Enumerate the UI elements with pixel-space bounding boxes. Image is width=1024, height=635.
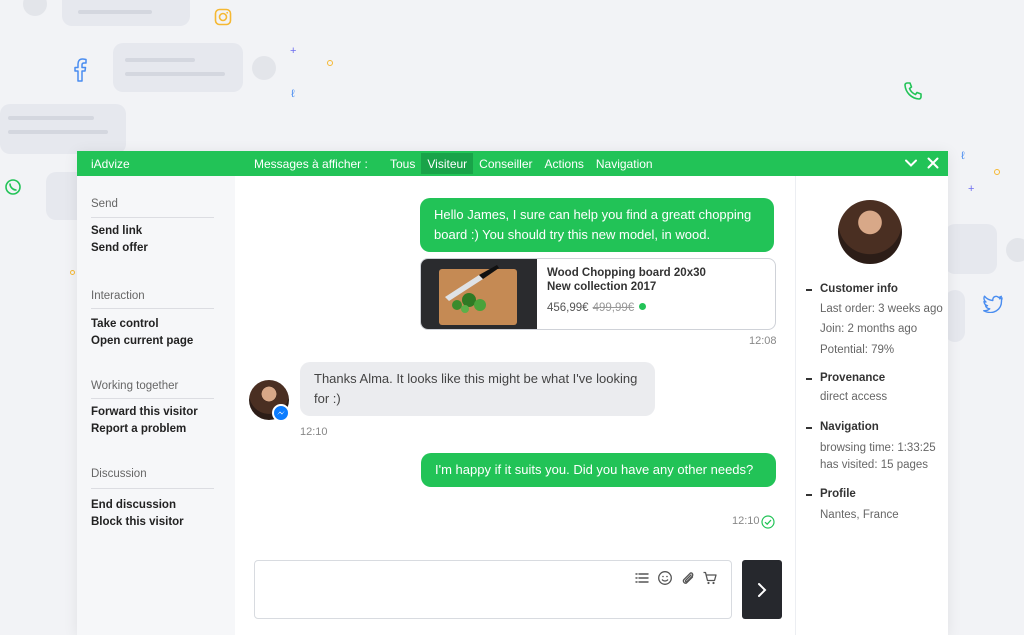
tab-navigation[interactable]: Navigation [590,153,659,174]
divider [91,217,214,218]
squiggle-decoration: ℓ [961,150,965,162]
emoji-icon[interactable] [657,570,673,586]
bg-card [945,224,997,274]
section-title-send: Send [91,198,118,210]
chevron-right-icon [758,583,767,597]
conversation-panel: Hello James, I sure can help you find a … [235,176,795,635]
bg-avatar [252,56,276,80]
divider [91,308,214,309]
send-link-action[interactable]: Send link [91,225,142,237]
top-bar: iAdvize Messages à afficher : Tous Visit… [77,151,948,176]
message-time: 12:08 [749,335,777,347]
actions-sidebar: Send Send link Send offer Interaction Ta… [77,176,235,635]
bg-line [125,58,195,62]
section-marker [806,427,812,429]
browsing-time: browsing time: 1:33:25 [820,442,936,454]
divider [91,488,214,489]
section-marker [806,289,812,291]
section-marker [806,378,812,380]
agent-message: Hello James, I sure can help you find a … [420,198,774,252]
tab-all[interactable]: Tous [384,153,421,174]
tab-visitor[interactable]: Visiteur [421,153,474,174]
dot-decoration [70,270,75,275]
customer-info-title: Customer info [820,283,898,295]
tab-advisor[interactable]: Conseiller [473,153,538,174]
potential: Potential: 79% [820,344,895,356]
last-order: Last order: 3 weeks ago [820,303,943,315]
facebook-icon [74,58,87,82]
dot-decoration [994,169,1000,175]
close-icon[interactable] [925,155,941,171]
messages-filter-label: Messages à afficher : [254,157,368,171]
product-collection: New collection 2017 [547,281,657,293]
messenger-icon [272,404,290,422]
forward-visitor-action[interactable]: Forward this visitor [91,406,198,418]
section-marker [806,494,812,496]
twitter-icon [983,295,1003,313]
bg-avatar [23,0,47,16]
product-card[interactable]: Wood Chopping board 20x30 New collection… [420,258,776,330]
navigation-title: Navigation [820,421,879,433]
bg-card [945,290,965,342]
cart-icon[interactable] [702,570,718,586]
whatsapp-icon [5,179,21,195]
message-time: 12:10 [300,426,328,438]
end-discussion-action[interactable]: End discussion [91,499,176,511]
product-old-price: 499,99€ [592,302,635,314]
chevron-down-icon[interactable] [903,155,919,171]
bg-card [113,43,243,92]
bg-card [0,104,126,154]
dot-decoration [327,60,333,66]
filter-tabs: Tous Visiteur Conseiller Actions Navigat… [384,153,659,174]
phone-icon [904,82,922,100]
bg-line [78,10,152,14]
plus-decoration: + [968,183,975,195]
read-receipt-icon [761,515,775,529]
message-time: 12:10 [732,515,760,527]
attachment-icon[interactable] [680,570,696,586]
provenance-value: direct access [820,391,888,403]
pages-visited: has visited: 15 pages [820,459,929,471]
agent-message: I'm happy if it suits you. Did you have … [421,453,776,487]
bg-avatar [1006,238,1024,262]
chat-window: iAdvize Messages à afficher : Tous Visit… [77,151,948,635]
profile-title: Profile [820,488,856,500]
send-offer-action[interactable]: Send offer [91,242,148,254]
provenance-title: Provenance [820,372,886,384]
take-control-action[interactable]: Take control [91,318,159,330]
customer-avatar [838,200,902,264]
block-visitor-action[interactable]: Block this visitor [91,516,184,528]
section-title-discussion: Discussion [91,468,147,480]
product-title: Wood Chopping board 20x30 [547,267,706,279]
divider [91,398,214,399]
send-button[interactable] [742,560,782,619]
bg-line [8,130,108,134]
location: Nantes, France [820,509,899,521]
visitor-message: Thanks Alma. It looks like this might be… [300,362,655,416]
product-price-row: 456,99€ 499,99€ [547,302,647,314]
report-problem-action[interactable]: Report a problem [91,423,186,435]
bg-line [8,116,94,120]
availability-dot [639,303,647,310]
herbs-image [452,293,486,313]
message-input[interactable] [254,560,732,619]
join-date: Join: 2 months ago [820,323,918,335]
list-icon[interactable] [634,570,650,586]
instagram-icon [214,8,232,26]
squiggle-decoration: ℓ [291,88,295,100]
product-price: 456,99€ [547,302,589,314]
product-image [421,259,537,329]
product-name: Wood Chopping board 20x30 New collection… [547,266,706,294]
section-title-interaction: Interaction [91,290,145,302]
open-current-page-action[interactable]: Open current page [91,335,193,347]
tab-actions[interactable]: Actions [539,153,590,174]
section-title-working-together: Working together [91,380,179,392]
brand-name: iAdvize [91,157,130,171]
bg-line [125,72,225,76]
plus-decoration: + [290,45,297,57]
customer-panel: Customer info Last order: 3 weeks ago Jo… [795,176,948,635]
